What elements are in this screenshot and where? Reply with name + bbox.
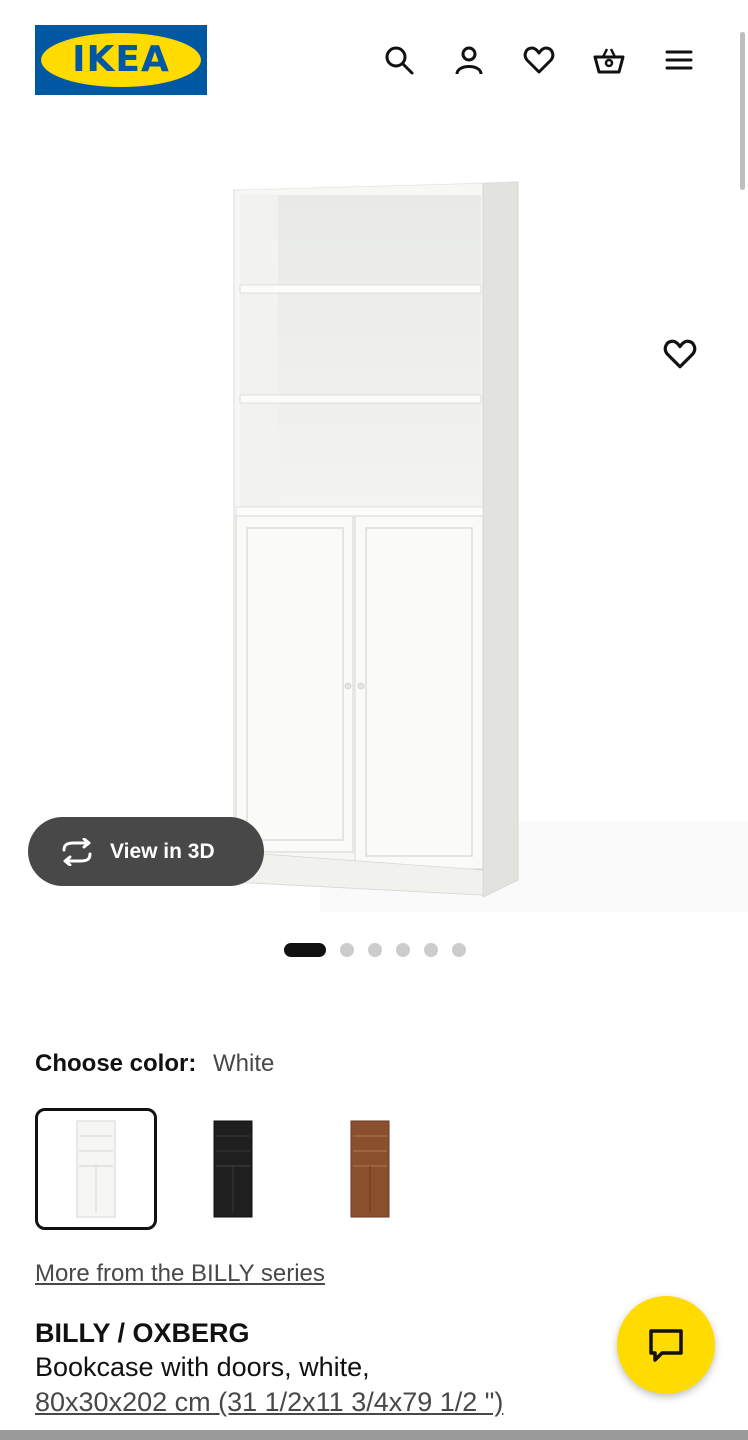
choose-color-label: Choose color: <box>35 1050 197 1077</box>
top-header: IKEA ® <box>0 0 748 120</box>
bookcase-image <box>233 181 748 912</box>
color-swatch-black[interactable] <box>172 1108 294 1230</box>
product-image-gallery[interactable] <box>0 120 748 920</box>
series-link[interactable]: More from the BILLY series <box>35 1260 325 1288</box>
search-icon[interactable] <box>379 40 419 80</box>
gallery-dot[interactable] <box>340 943 354 957</box>
chat-icon <box>649 1329 683 1362</box>
color-choice-label: Choose color: White <box>35 1050 274 1078</box>
gallery-dot[interactable] <box>424 943 438 957</box>
heart-icon[interactable] <box>519 40 559 80</box>
product-favorite-icon[interactable] <box>660 334 700 374</box>
product-description: Bookcase with doors, white, <box>35 1352 370 1382</box>
view-in-3d-button[interactable]: View in 3D <box>28 817 264 886</box>
selected-color-value: White <box>213 1050 275 1077</box>
bottom-browser-bar <box>0 1430 748 1440</box>
logo-registered-mark: ® <box>188 37 197 47</box>
white-bookcase-thumbnail <box>76 1120 116 1218</box>
black-bookcase-thumbnail <box>213 1120 253 1218</box>
gallery-dot[interactable] <box>452 943 466 957</box>
brown-bookcase-thumbnail <box>350 1120 390 1218</box>
view-in-3d-label: View in 3D <box>110 839 215 863</box>
chat-button[interactable] <box>617 1296 715 1394</box>
color-swatch-white[interactable] <box>35 1108 157 1230</box>
basket-icon[interactable] <box>589 40 629 80</box>
product-size-link[interactable]: 80x30x202 cm (31 1/2x11 3/4x79 1/2 ") <box>35 1387 503 1418</box>
logo-text: IKEA <box>72 39 170 80</box>
gallery-pagination <box>0 940 748 960</box>
user-icon[interactable] <box>449 40 489 80</box>
rotate-3d-icon <box>62 837 92 866</box>
product-name: BILLY / OXBERG <box>35 1318 250 1348</box>
gallery-dot-active[interactable] <box>284 943 326 957</box>
gallery-dot[interactable] <box>368 943 382 957</box>
menu-icon[interactable] <box>659 40 699 80</box>
color-swatch-brown[interactable] <box>309 1108 431 1230</box>
gallery-dot[interactable] <box>396 943 410 957</box>
ikea-logo[interactable]: IKEA ® <box>35 25 207 95</box>
